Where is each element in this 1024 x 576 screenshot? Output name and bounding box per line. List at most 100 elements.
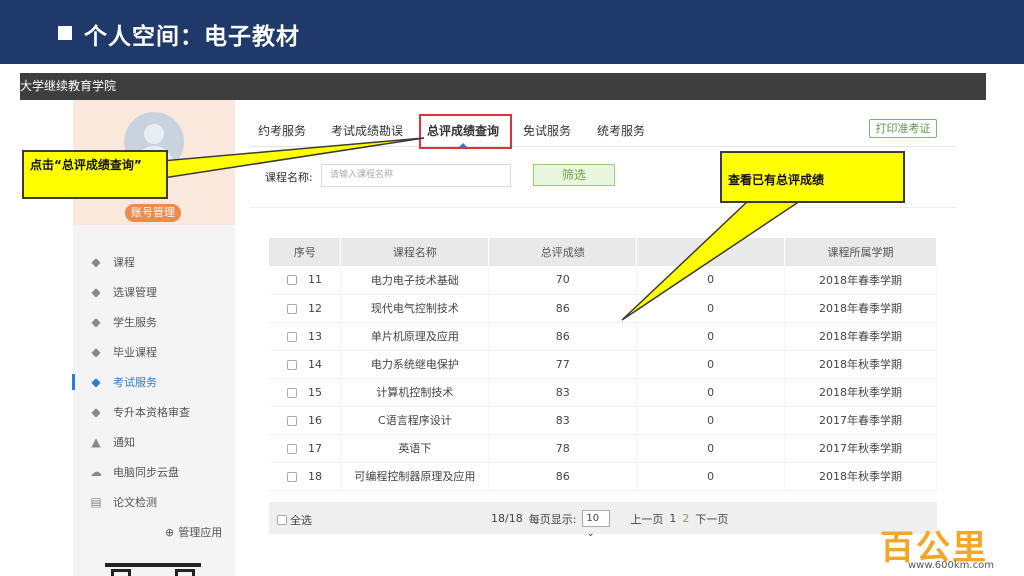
- sidebar-item-upgrade-review[interactable]: ◆ 专升本资格审查: [73, 397, 235, 427]
- row-checkbox[interactable]: [287, 359, 298, 370]
- sidebar-item-courses[interactable]: ◆ 课程: [73, 247, 235, 277]
- row-index-cell: 13: [269, 322, 342, 351]
- row-checkbox[interactable]: [287, 275, 298, 286]
- row-checkbox[interactable]: [287, 443, 298, 454]
- print-admission-ticket-button[interactable]: 打印准考证: [869, 119, 937, 138]
- extra-cell: 0: [636, 294, 786, 323]
- sidebar-item-student-services[interactable]: ◆ 学生服务: [73, 307, 235, 337]
- filter-button[interactable]: 筛选: [533, 164, 615, 186]
- manage-apps-link[interactable]: ⊕ 管理应用: [165, 524, 222, 540]
- tab-exam-booking[interactable]: 约考服务: [258, 122, 306, 139]
- graduation-cap-icon: ◆: [91, 375, 101, 389]
- row-index-cell: 17: [269, 434, 342, 463]
- term-cell: 2018年秋季学期: [784, 462, 937, 491]
- callout-right: 查看已有总评成绩: [720, 151, 905, 203]
- score-cell: 70: [488, 266, 638, 295]
- term-cell: 2017年秋季学期: [784, 434, 937, 463]
- score-cell: 78: [488, 434, 638, 463]
- row-number: 16: [307, 413, 322, 427]
- sidebar-item-label: 选课管理: [113, 286, 157, 299]
- row-number: 14: [307, 357, 322, 371]
- extra-cell: 0: [636, 350, 786, 379]
- account-management-button[interactable]: 账号管理: [125, 204, 181, 222]
- row-checkbox[interactable]: [287, 303, 298, 314]
- qr-code-icon: [105, 563, 201, 576]
- square-bullet-icon: [58, 26, 72, 40]
- pagination: 18/18 每页显示: 10 ⌄ 上一页 1 2 下一页: [491, 510, 728, 539]
- course-name-cell: 电力电子技术基础: [340, 266, 490, 295]
- extra-cell: 0: [636, 462, 786, 491]
- per-page-label: 每页显示:: [528, 512, 577, 526]
- sidebar-item-paper-check[interactable]: ▤ 论文检测: [73, 487, 235, 517]
- watermark-logo: 百公里 www.600km.com: [880, 520, 1020, 574]
- row-number: 15: [307, 385, 322, 399]
- prev-page-link[interactable]: 上一页: [630, 511, 663, 527]
- sidebar-item-cloud-sync[interactable]: ☁ 电脑同步云盘: [73, 457, 235, 487]
- extra-cell: 0: [636, 406, 786, 435]
- row-number: 18: [307, 469, 322, 483]
- course-name-cell: 计算机控制技术: [340, 378, 490, 407]
- course-name-cell: 可编程控制器原理及应用: [340, 462, 490, 491]
- site-topbar: 大学继续教育学院: [20, 73, 986, 100]
- column-header: 序号: [269, 238, 342, 266]
- select-all[interactable]: 全选: [277, 512, 312, 528]
- manage-apps-label: 管理应用: [178, 526, 223, 539]
- row-checkbox[interactable]: [287, 331, 298, 342]
- score-cell: 86: [488, 294, 638, 323]
- row-index-cell: 11: [269, 266, 342, 295]
- column-header: 课程所属学期: [784, 238, 937, 266]
- next-page-link[interactable]: 下一页: [695, 511, 728, 527]
- sidebar-item-course-selection[interactable]: ◆ 选课管理: [73, 277, 235, 307]
- tab-score-correction[interactable]: 考试成绩勘误: [331, 122, 403, 139]
- tab-exam-exemption[interactable]: 免试服务: [523, 122, 571, 139]
- sidebar-item-label: 考试服务: [113, 376, 157, 389]
- extra-cell: 0: [636, 434, 786, 463]
- select-all-checkbox[interactable]: [277, 515, 287, 525]
- divider: [250, 207, 956, 208]
- callout-left: 点击“总评成绩查询”: [22, 150, 168, 199]
- row-checkbox[interactable]: [287, 387, 298, 398]
- sidebar-item-notifications[interactable]: ▲ 通知: [73, 427, 235, 457]
- slide-title: 个人空间：电子教材: [84, 24, 300, 50]
- document-search-icon: ▤: [90, 495, 102, 509]
- sidebar-item-exam-services[interactable]: ◆ 考试服务: [72, 367, 235, 397]
- table-footer: 全选 18/18 每页显示: 10 ⌄ 上一页 1 2 下一页: [269, 502, 937, 539]
- table-row: 11 电力电子技术基础 70 0 2018年春季学期: [269, 266, 937, 295]
- column-header: 课程名称: [340, 238, 490, 266]
- grades-table: 序号 课程名称 总评成绩 课程所属学期 11 电力电子技术基础 70 0 201…: [269, 238, 937, 491]
- table-row: 14 电力系统继电保护 77 0 2018年秋季学期: [269, 350, 937, 379]
- row-checkbox[interactable]: [287, 415, 298, 426]
- graduation-cap-icon: ◆: [91, 405, 101, 419]
- bell-icon: ▲: [91, 435, 101, 449]
- row-index-cell: 15: [269, 378, 342, 407]
- tab-highlight-box: [419, 114, 512, 149]
- course-name-input[interactable]: 请输入课程名称: [321, 164, 511, 187]
- tab-unified-exam[interactable]: 统考服务: [597, 122, 645, 139]
- sidebar-item-label: 课程: [113, 256, 135, 269]
- sidebar-item-graduation-courses[interactable]: ◆ 毕业课程: [73, 337, 235, 367]
- column-header: 总评成绩: [488, 238, 638, 266]
- sidebar-item-label: 毕业课程: [113, 346, 157, 359]
- row-checkbox[interactable]: [287, 471, 298, 482]
- extra-cell: 0: [636, 378, 786, 407]
- course-name-cell: 电力系统继电保护: [340, 350, 490, 379]
- extra-cell: 0: [636, 322, 786, 351]
- per-page-select[interactable]: 10 ⌄: [582, 510, 611, 539]
- score-cell: 83: [488, 406, 638, 435]
- page-link-1[interactable]: 1: [669, 512, 676, 525]
- sidebar-item-label: 学生服务: [113, 316, 157, 329]
- course-name-cell: 现代电气控制技术: [340, 294, 490, 323]
- term-cell: 2017年春季学期: [784, 406, 937, 435]
- row-index-cell: 14: [269, 350, 342, 379]
- course-name-cell: C语言程序设计: [340, 406, 490, 435]
- slide-header: 个人空间：电子教材: [0, 0, 1024, 64]
- term-cell: 2018年春季学期: [784, 322, 937, 351]
- column-header: [636, 238, 786, 266]
- row-index-cell: 12: [269, 294, 342, 323]
- term-cell: 2018年秋季学期: [784, 350, 937, 379]
- page-link-2[interactable]: 2: [682, 512, 689, 525]
- tab-bar: 约考服务 考试成绩勘误 总评成绩查询 免试服务 统考服务: [250, 115, 956, 149]
- term-cell: 2018年春季学期: [784, 266, 937, 295]
- table-row: 12 现代电气控制技术 86 0 2018年春季学期: [269, 294, 937, 323]
- row-number: 17: [307, 441, 322, 455]
